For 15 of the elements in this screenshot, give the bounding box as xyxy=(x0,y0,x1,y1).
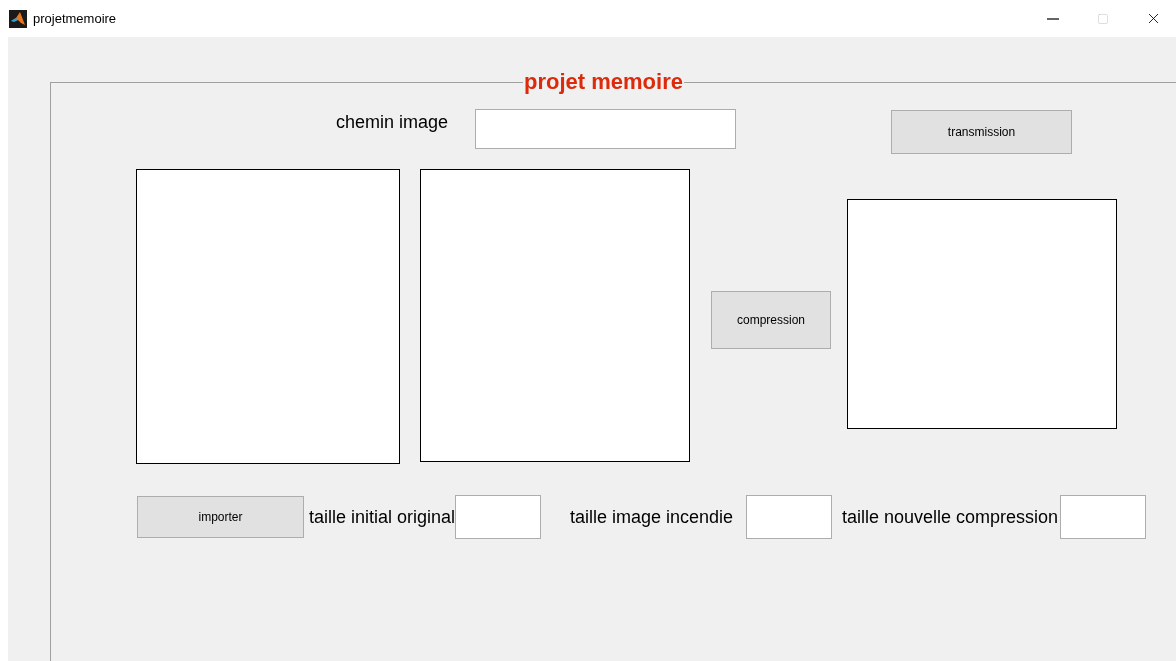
window-title: projetmemoire xyxy=(33,9,117,28)
size-field[interactable] xyxy=(746,495,832,539)
size-label: taille initial original xyxy=(309,505,455,529)
transmission-button[interactable]: transmission xyxy=(891,110,1072,154)
import-button[interactable]: importer xyxy=(137,496,304,538)
path-label: chemin image xyxy=(336,111,450,133)
app-logo-icon xyxy=(9,9,27,28)
size-label: taille nouvelle compression xyxy=(842,505,1060,529)
minimize-icon xyxy=(1047,17,1059,20)
size-field[interactable] xyxy=(1060,495,1146,539)
maximize-icon xyxy=(1097,12,1109,25)
compression-button[interactable]: compression xyxy=(711,291,831,349)
path-field[interactable] xyxy=(475,109,736,149)
size-field[interactable] xyxy=(455,495,541,539)
size-label: taille image incendie xyxy=(570,505,735,529)
